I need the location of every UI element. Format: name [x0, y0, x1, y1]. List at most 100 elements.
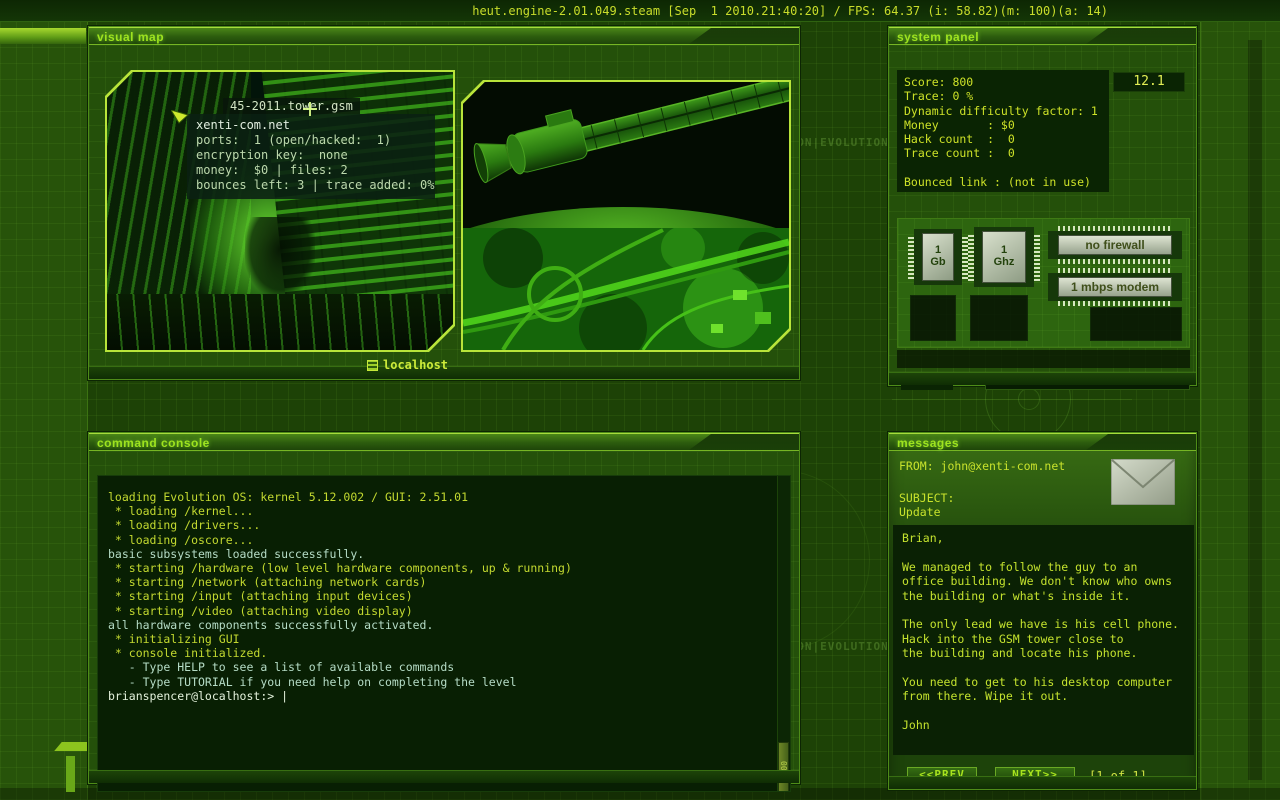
modem-module[interactable]: 1 mbps modem — [1048, 273, 1182, 301]
cpu-chip[interactable]: 1 Ghz — [974, 227, 1034, 287]
map-tooltip: xenti-com.net ports: 1 (open/hacked: 1)e… — [187, 114, 435, 199]
message-line: The only lead we have is his cell phone. — [902, 617, 1185, 631]
console-line: - Type HELP to see a list of available c… — [108, 660, 572, 674]
firewall-module[interactable]: no firewall — [1048, 231, 1182, 259]
aerial-highway-photo — [463, 228, 789, 350]
message-line — [902, 603, 1185, 617]
right-edge-dark-band — [1248, 40, 1262, 780]
console-scrollbar[interactable]: 000 — [777, 476, 790, 791]
message-line — [902, 704, 1185, 718]
cpu-load-gauge: 12.1 — [1113, 72, 1185, 92]
right-edge-texture — [1200, 22, 1280, 800]
message-from-line: FROM: john@xenti-com.net — [899, 459, 1065, 473]
message-line: from there. Wipe it out. — [902, 689, 1185, 703]
console-line: * loading /kernel... — [108, 504, 572, 518]
messages-title: messages — [897, 436, 959, 450]
message-line: You need to get to his desktop computer — [902, 675, 1185, 689]
cpu-unit: Ghz — [989, 256, 1019, 268]
message-line — [902, 545, 1185, 559]
ram-chip[interactable]: 1 Gb — [914, 229, 962, 285]
console-scroll-thumb[interactable]: 000 — [778, 742, 789, 792]
messages-panel: messages FROM: john@xenti-com.net SUBJEC… — [888, 432, 1197, 790]
tree-silhouette — [245, 217, 315, 297]
tooltip-line: encryption key: none — [196, 148, 426, 163]
console-line: - Type TUTORIAL if you need help on comp… — [108, 675, 572, 689]
console-line: * starting /video (attaching video displ… — [108, 604, 572, 618]
message-line: John — [902, 718, 1185, 732]
ram-value: 1 — [929, 244, 947, 256]
satellite-photo — [463, 82, 789, 228]
tooltip-host: xenti-com.net — [196, 118, 426, 133]
empty-hardware-slot[interactable] — [1090, 307, 1182, 341]
system-panel: system panel Score: 800Trace: 0 %Dynamic… — [888, 26, 1197, 386]
stat-line: Money : $0 — [904, 118, 1102, 132]
console-line: brianspencer@localhost:> | — [108, 689, 572, 703]
cpu-value: 1 — [989, 244, 1019, 256]
system-divider-strip — [897, 350, 1190, 368]
bounced-link-line: Bounced link : (not in use) — [904, 175, 1102, 189]
console-output[interactable]: loading Evolution OS: kernel 5.12.002 / … — [97, 475, 791, 792]
tooltip-line: bounces left: 3 | trace added: 0% — [196, 178, 426, 193]
console-line: loading Evolution OS: kernel 5.12.002 / … — [108, 490, 572, 504]
map-tooltip-title: 45-2011.tower.gsm — [223, 98, 360, 114]
engine-status-text: heut.engine-2.01.049.steam [Sep 1 2010.2… — [472, 4, 1108, 18]
map-cursor-icon — [171, 110, 189, 124]
host-icon — [367, 360, 378, 371]
modem-label: 1 mbps modem — [1058, 277, 1172, 297]
visual-map-header: visual map — [89, 27, 799, 45]
satellite-aerial-frame — [461, 80, 791, 352]
left-header-deco-band — [0, 28, 86, 44]
bottom-left-deco — [66, 756, 75, 792]
empty-hardware-slot[interactable] — [910, 295, 956, 341]
console-line: * initializing GUI — [108, 632, 572, 646]
console-line: * starting /network (attaching network c… — [108, 575, 572, 589]
messages-bottom-trim — [889, 776, 1196, 789]
stat-line: Hack count : 0 — [904, 132, 1102, 146]
console-line: * loading /oscore... — [108, 533, 572, 547]
message-body: Brian, We managed to follow the guy to a… — [893, 525, 1194, 755]
message-line: Hack into the GSM tower close to — [902, 632, 1185, 646]
messages-header: messages — [889, 433, 1196, 451]
satellite-aerial-photo — [463, 82, 789, 350]
console-line: * starting /hardware (low level hardware… — [108, 561, 572, 575]
command-console-panel: command console loading Evolution OS: ke… — [88, 432, 800, 784]
console-line: * loading /drivers... — [108, 518, 572, 532]
visual-map-title: visual map — [97, 30, 164, 44]
system-stats: Score: 800Trace: 0 %Dynamic difficulty f… — [897, 70, 1109, 192]
gsm-tower-marker-icon[interactable] — [303, 102, 317, 116]
building-ground — [107, 294, 453, 350]
message-subject: Update — [899, 505, 941, 519]
system-panel-header: system panel — [889, 27, 1196, 45]
hardware-board: 1 Gb 1 Ghz no firewall 1 mbps modem — [897, 218, 1190, 348]
visual-map-panel: visual map — [88, 26, 800, 380]
message-line — [902, 661, 1185, 675]
system-panel-bottom-trim — [889, 372, 1196, 385]
command-console-header: command console — [89, 433, 799, 451]
console-line: * console initialized. — [108, 646, 572, 660]
tooltip-line: ports: 1 (open/hacked: 1) — [196, 133, 426, 148]
engine-status-bar: heut.engine-2.01.049.steam [Sep 1 2010.2… — [0, 0, 1280, 22]
visual-map-body[interactable]: 45-2011.tower.gsm xenti-com.net ports: 1… — [89, 46, 799, 366]
message-line: Brian, — [902, 531, 1185, 545]
message-line: We managed to follow the guy to an — [902, 560, 1185, 574]
stat-line: Score: 800 — [904, 75, 1102, 89]
command-console-bottom-trim — [89, 770, 799, 783]
message-subject-label: SUBJECT: — [899, 491, 954, 505]
system-panel-body: Score: 800Trace: 0 %Dynamic difficulty f… — [889, 46, 1196, 372]
left-edge-texture — [0, 22, 88, 800]
envelope-icon — [1111, 459, 1175, 505]
ram-unit: Gb — [929, 256, 947, 268]
firewall-label: no firewall — [1058, 235, 1172, 255]
empty-hardware-slot[interactable] — [970, 295, 1028, 341]
crosshair-line-deco — [892, 399, 1132, 400]
localhost-label: localhost — [383, 358, 448, 372]
console-line: all hardware components successfully act… — [108, 618, 572, 632]
command-console-body: loading Evolution OS: kernel 5.12.002 / … — [89, 452, 799, 770]
message-line: the building and locate his phone. — [902, 646, 1185, 660]
message-line: the building or what's inside it. — [902, 589, 1185, 603]
stat-line: Dynamic difficulty factor: 1 — [904, 104, 1102, 118]
localhost-node[interactable]: localhost — [367, 358, 448, 372]
tooltip-line: money: $0 | files: 2 — [196, 163, 426, 178]
system-panel-title: system panel — [897, 30, 979, 44]
console-line: basic subsystems loaded successfully. — [108, 547, 572, 561]
